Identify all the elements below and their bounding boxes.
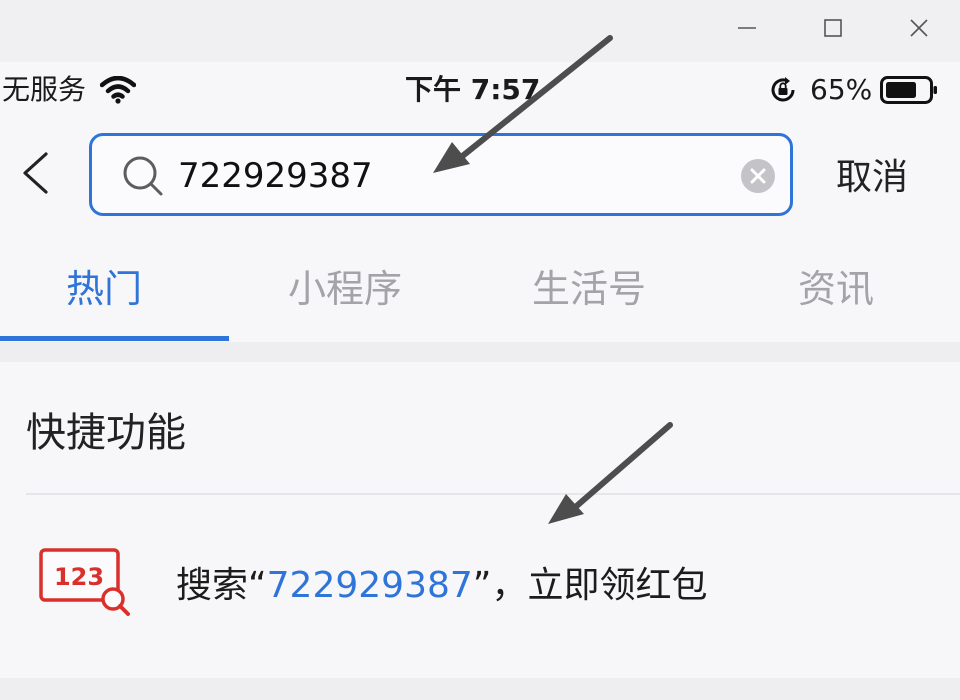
tab-bar: 热门 小程序 生活号 资讯 (0, 230, 960, 342)
section-title: 快捷功能 (26, 410, 186, 456)
search-bar-row: 取消 (0, 118, 960, 230)
screenshot-root: 无服务 下午 7:57 65% 722929387 取消 热门 小程序 生活号 … (0, 0, 960, 700)
rotation-lock-icon (771, 77, 795, 102)
maximize-icon[interactable] (813, 8, 853, 48)
wifi-icon (100, 76, 137, 104)
minimize-icon[interactable] (727, 8, 767, 48)
window-title-bar (0, 0, 960, 62)
status-left: 无服务 (2, 72, 137, 108)
tab-life-accounts[interactable]: 生活号 (532, 258, 646, 313)
status-right: 65% (768, 72, 938, 108)
search-icon (123, 156, 163, 196)
close-icon[interactable] (899, 8, 939, 48)
tab-mini-programs[interactable]: 小程序 (288, 258, 402, 313)
battery-percent: 65% (810, 73, 873, 106)
quick-item-text: 搜索“722929387”，立即领红包 (176, 556, 707, 608)
quick-functions-panel: 快捷功能 123 搜索“722929387”，立即领红包 (0, 362, 960, 700)
panel-bottom-separator (0, 678, 960, 700)
quick-item-suffix: ”，立即领红包 (472, 565, 708, 606)
number-search-icon: 123 (39, 548, 130, 616)
active-tab-indicator (0, 336, 229, 341)
clear-input-icon[interactable] (740, 158, 776, 194)
tab-news[interactable]: 资讯 (798, 258, 874, 313)
cancel-button[interactable]: 取消 (836, 148, 908, 200)
quick-item-prefix: 搜索“ (176, 565, 267, 606)
phone-status-bar: 无服务 下午 7:57 65% (0, 62, 960, 118)
battery-icon (880, 76, 938, 104)
back-arrow-icon[interactable] (20, 152, 50, 194)
tab-hot[interactable]: 热门 (66, 258, 142, 313)
quick-item-query: 722929387 (266, 565, 473, 606)
number-icon-text: 123 (54, 563, 104, 591)
section-separator (0, 342, 960, 362)
search-input[interactable] (178, 154, 718, 198)
status-time: 下午 7:57 (405, 73, 541, 106)
divider (26, 493, 960, 495)
quick-search-redpacket-item[interactable]: 123 搜索“722929387”，立即领红包 (0, 496, 960, 656)
search-box[interactable] (89, 133, 793, 216)
carrier-label: 无服务 (2, 73, 87, 106)
